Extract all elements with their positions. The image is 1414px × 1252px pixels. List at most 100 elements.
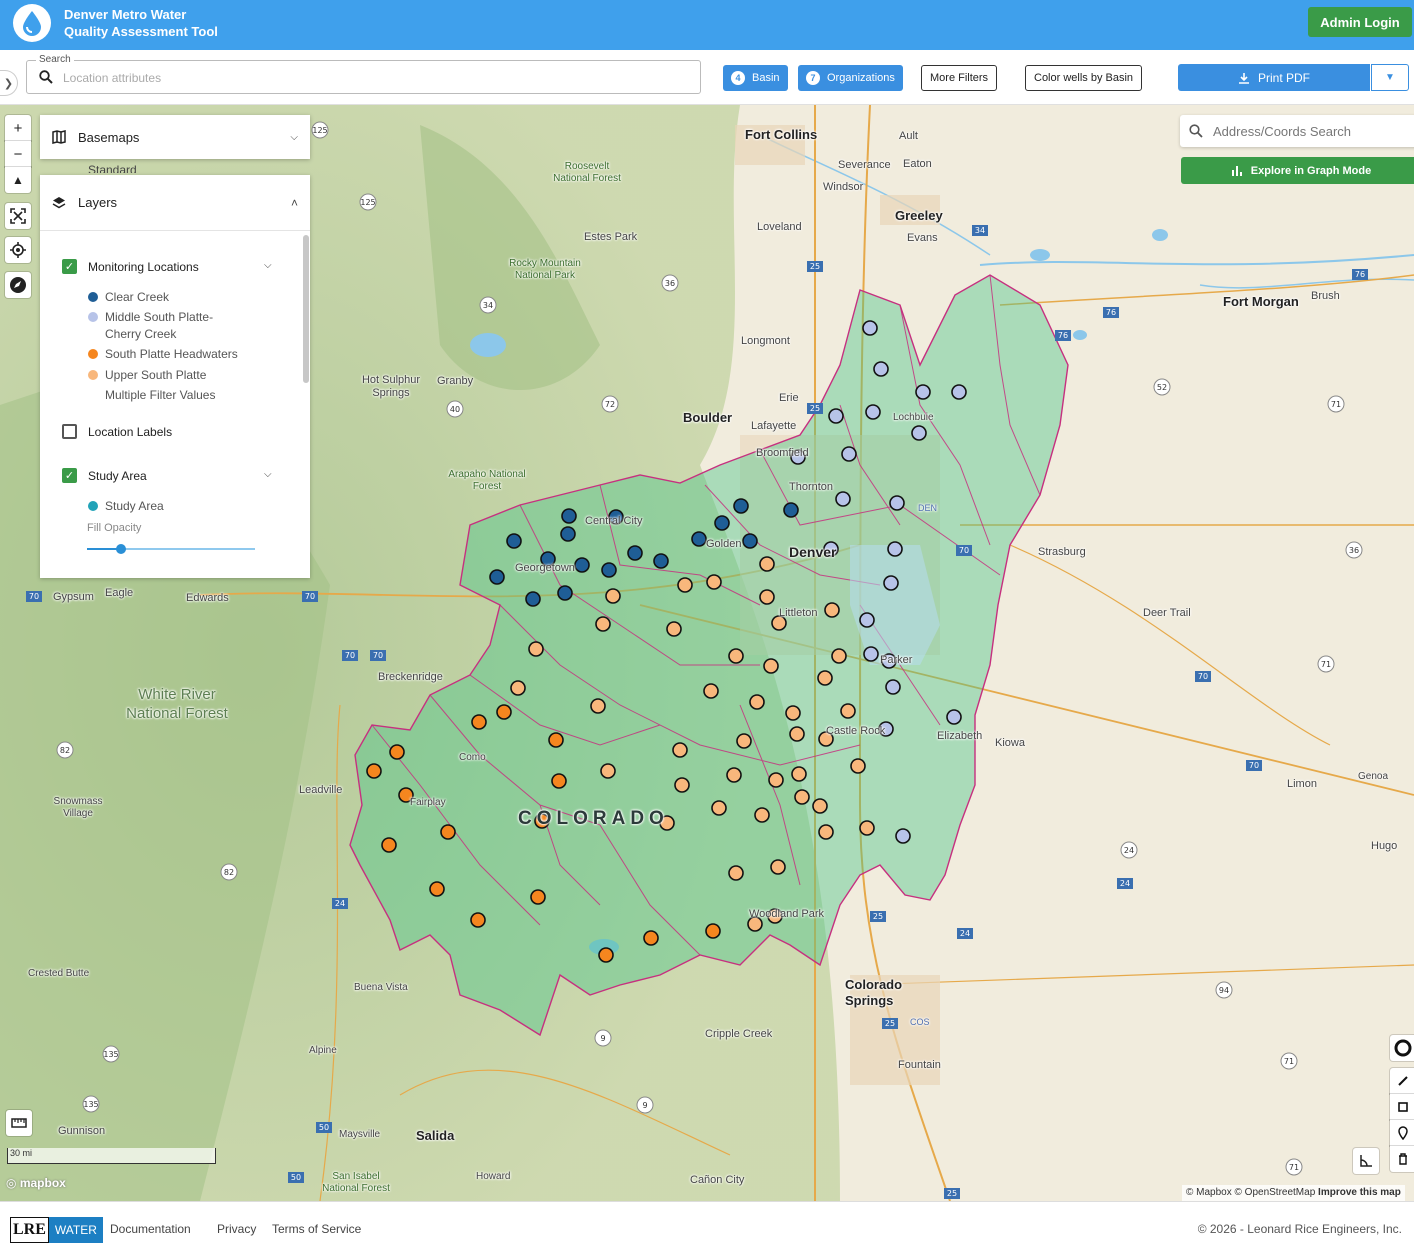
attribution-osm-link[interactable]: © OpenStreetMap (1235, 1187, 1316, 1198)
attribution-improve-link[interactable]: Improve this map (1318, 1187, 1401, 1198)
label-granby: Granby (437, 375, 474, 387)
search-field[interactable]: Search (26, 54, 701, 94)
basemaps-panel[interactable]: Basemaps ⌵ (40, 115, 310, 159)
attribution-mapbox-link[interactable]: © Mapbox (1186, 1187, 1232, 1198)
chevron-up-icon: ˄ (290, 195, 298, 210)
measure-area-button[interactable] (1353, 1148, 1379, 1174)
print-pdf-label: Print PDF (1257, 70, 1310, 85)
draw-circle-button[interactable] (1390, 1035, 1414, 1061)
svg-text:9: 9 (642, 1101, 647, 1110)
monitoring-locations-toggle[interactable]: ✓ Monitoring Locations (62, 259, 199, 274)
monitoring-expand-chevron-icon[interactable]: ⌵ (264, 260, 272, 271)
north-arrow-icon: ▲ (12, 173, 24, 187)
study-area-toggle[interactable]: ✓ Study Area (62, 468, 147, 483)
basin-filter-label: Basin (752, 72, 780, 84)
checkbox-checked-icon[interactable]: ✓ (62, 468, 77, 483)
circle-icon (1394, 1039, 1412, 1057)
basemaps-header[interactable]: Basemaps ⌵ (40, 115, 310, 159)
fullscreen-button[interactable] (5, 203, 31, 229)
expand-sidebar-button[interactable]: ❯ (0, 70, 18, 96)
fill-opacity-slider[interactable] (87, 544, 255, 554)
geolocate-button[interactable] (5, 237, 31, 263)
lre-water-logo[interactable]: LRE WATER (10, 1216, 103, 1244)
zoom-in-button[interactable]: + (5, 115, 31, 141)
label-snowmass-village: Snowmass Village (53, 796, 103, 819)
label-kiowa: Kiowa (995, 737, 1025, 749)
organizations-filter-button[interactable]: 7 Organizations (798, 65, 903, 91)
label-broomfield: Broomfield (756, 447, 809, 459)
documentation-link[interactable]: Documentation (110, 1222, 191, 1236)
svg-text:25: 25 (947, 1189, 957, 1198)
zoom-out-button[interactable]: − (5, 141, 31, 167)
search-label: Search (36, 54, 74, 65)
label-elizabeth: Elizabeth (937, 730, 983, 742)
print-pdf-button[interactable]: Print PDF (1178, 64, 1370, 91)
svg-text:24: 24 (1124, 846, 1134, 855)
privacy-link[interactable]: Privacy (217, 1222, 256, 1236)
draw-polygon-button[interactable] (1390, 1094, 1414, 1120)
explore-graph-mode-button[interactable]: Explore in Graph Mode (1181, 157, 1414, 184)
label-gunnison: Gunnison (58, 1125, 106, 1137)
layers-header[interactable]: Layers ˄ (40, 175, 310, 231)
svg-text:135: 135 (83, 1100, 98, 1109)
water-logo-mark: WATER (48, 1217, 103, 1243)
label-roosevelt-nf: Roosevelt National Forest (553, 161, 621, 184)
ruler-icon (11, 1118, 27, 1128)
checkbox-checked-icon[interactable]: ✓ (62, 259, 77, 274)
svg-text:25: 25 (810, 404, 820, 413)
checkbox-unchecked-icon[interactable] (62, 424, 77, 439)
map-scale-bar: 30 mi (7, 1148, 216, 1164)
study-area-expand-chevron-icon[interactable]: ⌵ (264, 469, 272, 480)
basin-filter-button[interactable]: 4 Basin (723, 65, 788, 91)
mapbox-logo[interactable]: ◎ mapbox (6, 1176, 66, 1190)
fill-opacity-slider-thumb[interactable] (116, 544, 126, 554)
search-input[interactable] (63, 68, 683, 88)
svg-text:52: 52 (1157, 383, 1167, 392)
explore-graph-mode-label: Explore in Graph Mode (1250, 164, 1372, 177)
svg-text:70: 70 (1249, 761, 1259, 770)
admin-login-button[interactable]: Admin Login (1308, 7, 1412, 37)
label-eagle: Eagle (105, 587, 134, 599)
svg-text:82: 82 (60, 746, 70, 755)
more-filters-button[interactable]: More Filters (921, 65, 998, 91)
svg-text:70: 70 (373, 651, 383, 660)
delete-drawing-button[interactable] (1390, 1146, 1414, 1172)
map-canvas[interactable]: 125 125 34 36 72 40 52 71 36 71 82 82 24… (0, 105, 1414, 1201)
svg-text:125: 125 (360, 198, 375, 207)
svg-text:94: 94 (1219, 986, 1229, 995)
label-lochbuie: Lochbuie (893, 412, 934, 423)
label-fort-collins: Fort Collins (745, 127, 818, 142)
svg-text:24: 24 (960, 929, 970, 938)
polygon-icon (1398, 1102, 1408, 1112)
address-coords-search[interactable]: Address/Coords Search (1180, 115, 1414, 147)
layers-scrollbar[interactable] (303, 235, 309, 383)
svg-text:36: 36 (665, 279, 675, 288)
page-footer: LRE WATER Documentation Privacy Terms of… (0, 1201, 1414, 1252)
legend-middle-south-platte: Middle South Platte-Cherry Creek (88, 309, 238, 343)
monitoring-locations-label: Monitoring Locations (88, 259, 199, 274)
label-parker: Parker (880, 654, 913, 666)
svg-text:70: 70 (1198, 672, 1208, 681)
draw-point-button[interactable] (1390, 1120, 1414, 1146)
label-central-city: Central City (585, 515, 643, 527)
label-maysville: Maysville (339, 1129, 381, 1140)
label-salida: Salida (416, 1128, 455, 1143)
basin-count-badge: 4 (731, 71, 745, 85)
study-area-label: Study Area (88, 468, 147, 483)
location-labels-toggle[interactable]: Location Labels (62, 424, 172, 439)
navigate-button[interactable] (5, 272, 31, 298)
crosshair-icon (10, 242, 26, 258)
compass-reset-button[interactable]: ▲ (5, 167, 31, 193)
measure-ruler-button[interactable] (6, 1110, 32, 1136)
draw-line-button[interactable] (1390, 1068, 1414, 1094)
line-icon (1398, 1076, 1408, 1086)
legend-dot-upper-south-platte (88, 370, 98, 380)
svg-text:70: 70 (959, 546, 969, 555)
label-hot-sulphur-springs: Hot Sulphur Springs (361, 374, 421, 399)
terms-of-service-link[interactable]: Terms of Service (272, 1222, 361, 1236)
label-greeley: Greeley (895, 208, 943, 223)
print-options-dropdown[interactable]: ▼ (1371, 64, 1409, 91)
label-canon-city: Cañon City (690, 1174, 745, 1186)
label-estes-park: Estes Park (584, 231, 638, 243)
color-wells-by-basin-button[interactable]: Color wells by Basin (1025, 65, 1143, 91)
